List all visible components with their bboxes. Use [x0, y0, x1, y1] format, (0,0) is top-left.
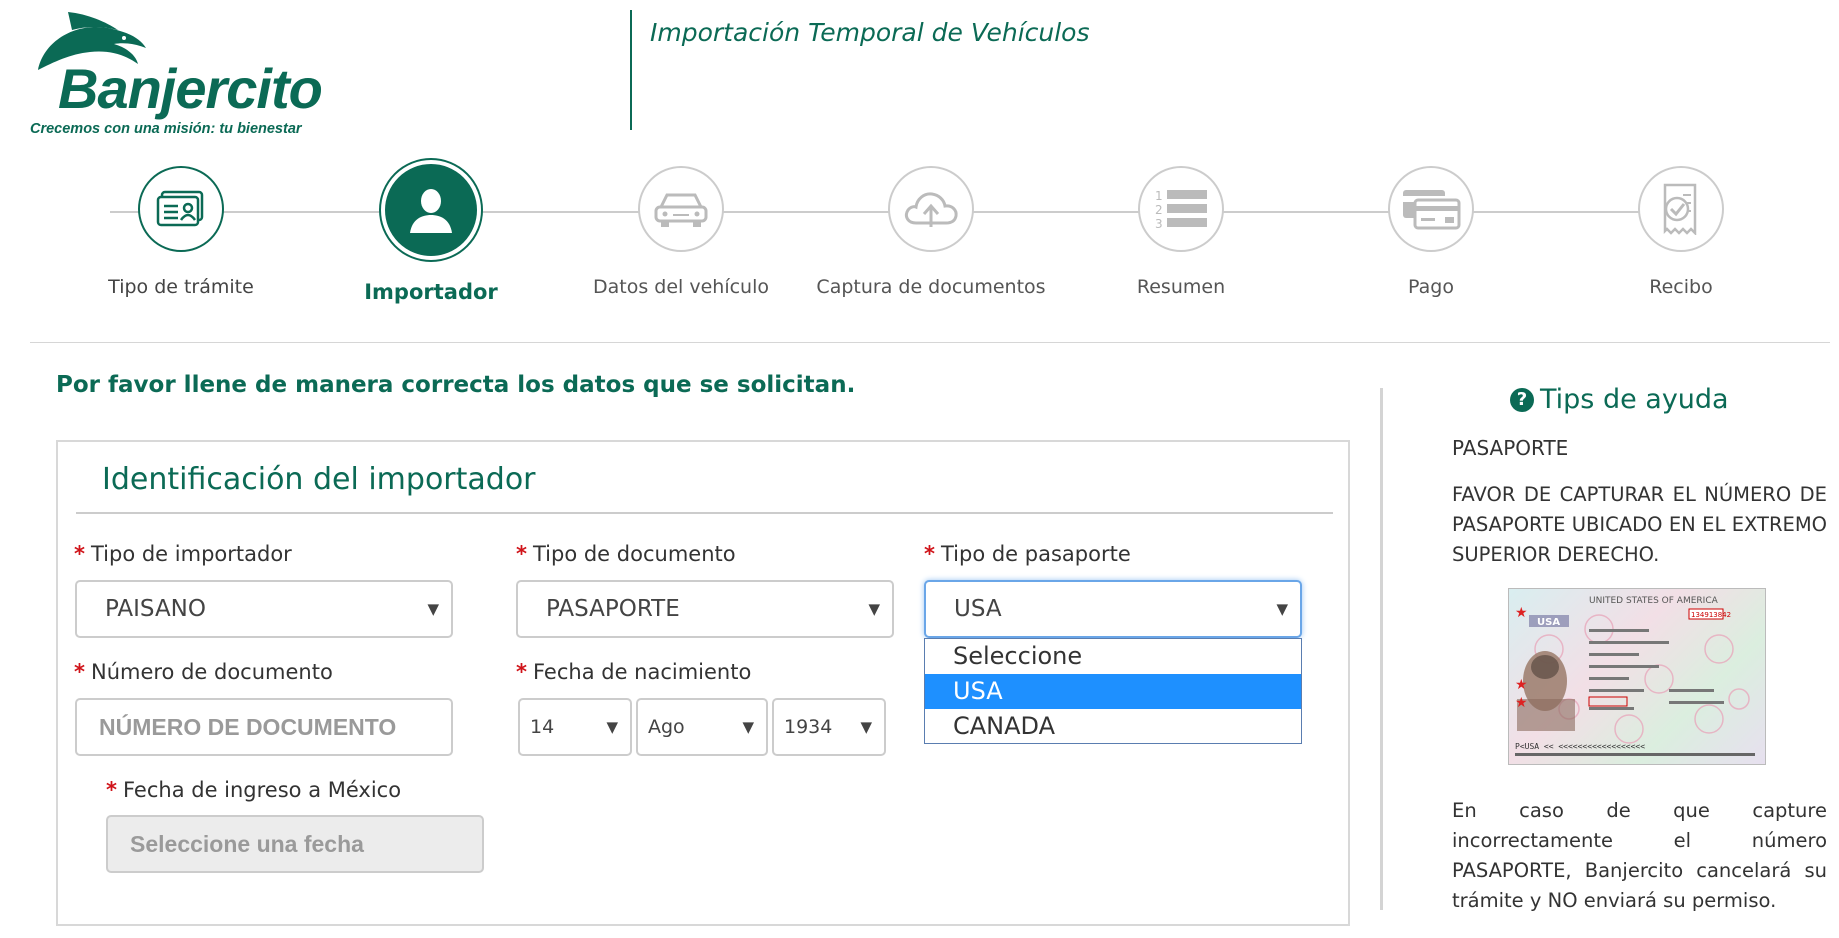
select-value: USA [954, 596, 1002, 622]
passport-illustration: USA UNITED STATES OF AMERICA 134913842 P… [1515, 596, 1755, 756]
numero-documento-label: * Número de documento [74, 660, 333, 684]
svg-text:★: ★ [1515, 605, 1528, 621]
step-tipo-de-tramite[interactable]: Tipo de trámite [56, 160, 306, 298]
tipo-documento-label: * Tipo de documento [516, 542, 736, 566]
step-circle [1638, 166, 1724, 252]
label-text: Tipo de pasaporte [940, 542, 1131, 566]
required-mark: * [516, 542, 527, 566]
chevron-down-icon: ▼ [742, 718, 754, 736]
step-resumen[interactable]: 1 2 3 Resumen [1056, 160, 1306, 298]
step-label: Recibo [1649, 276, 1713, 298]
form-instructions: Por favor llene de manera correcta los d… [56, 372, 856, 398]
brand-tagline: Crecemos con una misión: tu bienestar [30, 121, 302, 137]
fecha-ingreso-datepicker[interactable]: Seleccione una fecha [106, 815, 484, 873]
label-text: Tipo de documento [532, 542, 736, 566]
birth-month-select[interactable]: Ago ▼ [636, 698, 768, 756]
svg-text:2: 2 [1155, 203, 1163, 217]
step-circle [381, 160, 481, 260]
step-circle [888, 166, 974, 252]
svg-text:★: ★ [1515, 677, 1528, 693]
passport-example-image: USA UNITED STATES OF AMERICA 134913842 P… [1508, 588, 1766, 765]
tips-heading: ? Tips de ayuda [1510, 384, 1729, 415]
tips-title-text: Tips de ayuda [1540, 384, 1729, 415]
banjercito-logo[interactable]: Banjercito Crecemos con una misión: tu b… [28, 8, 328, 137]
dropdown-option-usa[interactable]: USA [925, 674, 1301, 709]
receipt-check-icon [1663, 183, 1697, 235]
brand-name: Banjercito [58, 57, 323, 120]
passport-number: 134913842 [1691, 611, 1731, 619]
step-captura-de-documentos[interactable]: Captura de documentos [806, 160, 1056, 298]
step-label: Tipo de trámite [108, 276, 254, 298]
tipo-importador-select[interactable]: PAISANO ▼ [75, 580, 453, 638]
tipo-importador-label: * Tipo de importador [74, 542, 292, 566]
step-label: Captura de documentos [816, 276, 1046, 298]
fecha-nacimiento-label: * Fecha de nacimiento [516, 660, 751, 684]
label-text: Número de documento [90, 660, 333, 684]
select-value: 14 [530, 716, 555, 738]
svg-text:3: 3 [1155, 217, 1163, 231]
sidebar-divider [1380, 388, 1383, 910]
step-importador[interactable]: Importador [306, 160, 556, 304]
svg-text:1: 1 [1155, 189, 1163, 203]
payment-card-icon [1403, 190, 1461, 230]
step-label: Importador [364, 280, 498, 304]
select-value: 1934 [784, 716, 833, 738]
cloud-upload-icon [904, 192, 958, 227]
chevron-down-icon: ▼ [427, 600, 439, 618]
passport-mrz: P<USA << <<<<<<<<<<<<<<<<<< [1515, 742, 1645, 751]
step-circle: 1 2 3 [1138, 166, 1224, 252]
form-title-divider [76, 512, 1333, 514]
tipo-pasaporte-dropdown[interactable]: Seleccione USA CANADA [924, 638, 1302, 744]
dropdown-option-canada[interactable]: CANADA [925, 709, 1301, 744]
tipo-documento-select[interactable]: PASAPORTE ▼ [516, 580, 894, 638]
required-mark: * [516, 660, 527, 684]
svg-text:★: ★ [1515, 695, 1528, 711]
label-text: Fecha de nacimiento [532, 660, 752, 684]
user-icon [410, 189, 452, 233]
step-label: Pago [1408, 276, 1454, 298]
svg-text:USA: USA [1537, 617, 1560, 628]
chevron-down-icon: ▼ [868, 600, 880, 618]
step-circle [1388, 166, 1474, 252]
required-mark: * [106, 778, 117, 802]
step-recibo[interactable]: Recibo [1556, 160, 1806, 298]
question-circle-icon: ? [1510, 387, 1534, 412]
required-mark: * [74, 660, 85, 684]
step-label: Datos del vehículo [592, 276, 769, 298]
step-pago[interactable]: Pago [1306, 160, 1556, 298]
header-divider [630, 10, 632, 130]
step-circle [638, 166, 724, 252]
tips-text-warning: En caso de que capture incorrectamente e… [1452, 799, 1827, 912]
fecha-ingreso-label: * Fecha de ingreso a México [106, 778, 401, 802]
select-value: PAISANO [105, 596, 206, 622]
tips-subtitle: PASAPORTE [1452, 436, 1569, 460]
step-label: Resumen [1136, 276, 1226, 298]
select-value: Ago [648, 716, 685, 738]
numero-documento-input[interactable]: NÚMERO DE DOCUMENTO [75, 698, 453, 756]
tips-text-capture: FAVOR DE CAPTURAR EL NÚMERO DE PASAPORTE… [1452, 483, 1827, 566]
label-text: Tipo de importador [90, 542, 292, 566]
page-title: Importación Temporal de Vehículos [650, 18, 1090, 47]
form-title: Identificación del importador [102, 462, 536, 497]
chevron-down-icon: ▼ [606, 718, 618, 736]
step-circle [138, 166, 224, 252]
chevron-down-icon: ▼ [860, 718, 872, 736]
required-mark: * [924, 542, 935, 566]
birth-year-select[interactable]: 1934 ▼ [772, 698, 886, 756]
section-divider [30, 342, 1830, 343]
id-card-icon [156, 190, 204, 227]
step-datos-del-vehiculo[interactable]: Datos del vehículo [556, 160, 806, 298]
dropdown-option-seleccione[interactable]: Seleccione [925, 639, 1301, 674]
passport-country: UNITED STATES OF AMERICA [1589, 596, 1719, 606]
birth-day-select[interactable]: 14 ▼ [518, 698, 632, 756]
numbered-list-icon: 1 2 3 [1155, 189, 1207, 231]
chevron-down-icon: ▼ [1276, 600, 1288, 618]
label-text: Fecha de ingreso a México [122, 778, 402, 802]
tipo-pasaporte-label: * Tipo de pasaporte [924, 542, 1131, 566]
select-value: PASAPORTE [546, 596, 680, 622]
required-mark: * [74, 542, 85, 566]
car-icon [654, 193, 708, 227]
tipo-pasaporte-select[interactable]: USA ▼ [924, 580, 1302, 638]
progress-stepper: Tipo de trámite Importador Datos del veh… [0, 160, 1839, 310]
